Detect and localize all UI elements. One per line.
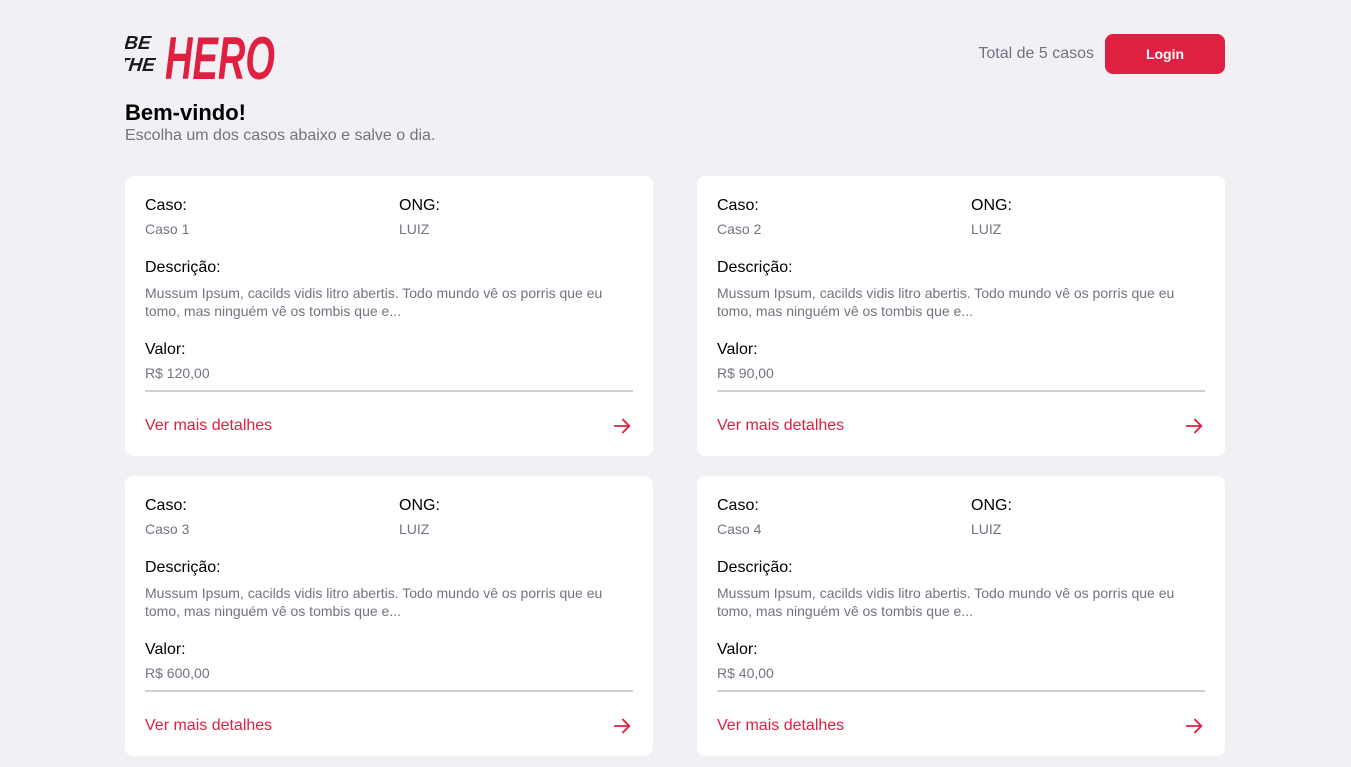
details-link-label: Ver mais detalhes [145,717,273,734]
case-card: Caso: Caso 2 ONG: LUIZ Descrição: Mussum… [697,176,1225,456]
caso-value: Caso 4 [717,521,762,537]
valor-value: R$ 600,00 [145,665,210,681]
descricao-value: Mussum Ipsum, cacilds vidis litro aberti… [145,285,603,319]
be-the-hero-logo: BE THE HERO [125,18,277,84]
valor-value: R$ 40,00 [717,665,774,681]
page-title: Bem-vindo! [125,100,246,125]
ong-label: ONG: [399,197,440,214]
page-header: BE THE HERO Total de 5 casos Login [125,18,1225,88]
ong-label: ONG: [971,197,1012,214]
ong-value: LUIZ [971,221,1002,237]
login-button[interactable]: Login [1105,34,1225,74]
descricao-value: Mussum Ipsum, cacilds vidis litro aberti… [717,585,1175,619]
arrow-right-icon[interactable] [1183,715,1205,737]
ong-label: ONG: [399,497,440,514]
descricao-label: Descrição: [145,259,221,276]
valor-label: Valor: [717,641,758,658]
descricao-label: Descrição: [717,259,793,276]
descricao-value: Mussum Ipsum, cacilds vidis litro aberti… [717,285,1175,319]
card-divider [717,690,1205,692]
page-container: BE THE HERO Total de 5 casos Login Bem-v… [125,0,1225,767]
details-link[interactable]: Ver mais detalhes [717,714,1205,738]
caso-value: Caso 2 [717,221,762,237]
arrow-right-icon[interactable] [1183,415,1205,437]
case-card: Caso: Caso 4 ONG: LUIZ Descrição: Mussum… [697,476,1225,756]
caso-label: Caso: [717,197,759,214]
case-card: Caso: Caso 3 ONG: LUIZ Descrição: Mussum… [125,476,653,756]
descricao-value: Mussum Ipsum, cacilds vidis litro aberti… [145,585,603,619]
ong-label: ONG: [971,497,1012,514]
descricao-label: Descrição: [145,559,221,576]
card-divider [145,690,633,692]
valor-value: R$ 90,00 [717,365,774,381]
details-link-label: Ver mais detalhes [717,417,845,434]
case-card: Caso: Caso 1 ONG: LUIZ Descrição: Mussum… [125,176,653,456]
arrow-right-icon[interactable] [611,415,633,437]
card-divider [717,390,1205,392]
header-actions: Total de 5 casos Login [978,34,1225,74]
caso-value: Caso 3 [145,521,190,537]
valor-label: Valor: [717,341,758,358]
logo-be-text: BE [125,33,153,54]
welcome-section: Bem-vindo! Escolha um dos casos abaixo e… [125,100,435,146]
caso-label: Caso: [717,497,759,514]
valor-label: Valor: [145,341,186,358]
descricao-label: Descrição: [717,559,793,576]
page-subtitle: Escolha um dos casos abaixo e salve o di… [125,127,436,144]
caso-label: Caso: [145,497,187,514]
ong-value: LUIZ [399,521,430,537]
case-list: Caso: Caso 1 ONG: LUIZ Descrição: Mussum… [125,176,1225,756]
valor-label: Valor: [145,641,186,658]
details-link[interactable]: Ver mais detalhes [145,714,633,738]
valor-value: R$ 120,00 [145,365,210,381]
logo-hero-text: HERO [165,25,275,84]
card-divider [145,390,633,392]
caso-value: Caso 1 [145,221,190,237]
ong-value: LUIZ [399,221,430,237]
total-cases-text: Total de 5 casos [978,45,1094,62]
caso-label: Caso: [145,197,187,214]
logo-the-text: THE [125,55,157,76]
details-link[interactable]: Ver mais detalhes [717,414,1205,438]
ong-value: LUIZ [971,521,1002,537]
details-link[interactable]: Ver mais detalhes [145,414,633,438]
details-link-label: Ver mais detalhes [717,717,845,734]
arrow-right-icon[interactable] [611,715,633,737]
details-link-label: Ver mais detalhes [145,417,273,434]
